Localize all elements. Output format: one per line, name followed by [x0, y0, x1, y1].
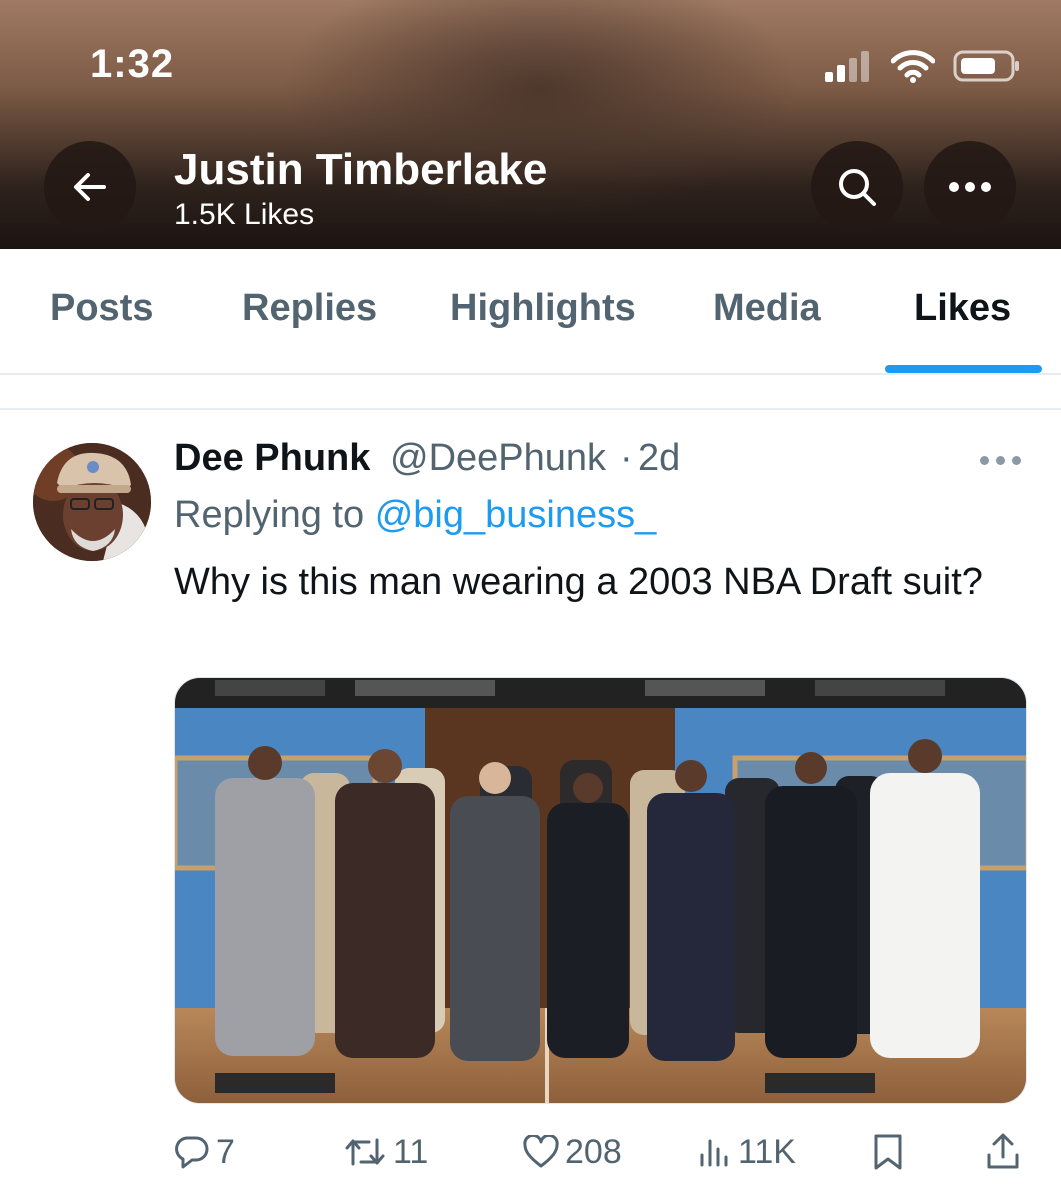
views-button[interactable]: 11K — [698, 1128, 796, 1176]
profile-header: 1:32 Justin Timberlake 1.5K Likes — [0, 0, 1061, 249]
heart-icon — [523, 1135, 559, 1168]
wifi-icon — [891, 50, 935, 83]
share-icon — [987, 1133, 1019, 1169]
repost-icon — [345, 1138, 385, 1166]
reply-button[interactable]: 7 — [174, 1128, 235, 1176]
profile-tabs: Posts Replies Highlights Media Likes — [0, 249, 1061, 375]
tweet-author-name[interactable]: Dee Phunk — [174, 437, 370, 480]
replying-to-mention[interactable]: @big_business_ — [375, 494, 657, 536]
draft-group-photo — [175, 678, 1026, 1103]
replying-to: Replying to @big_business_ — [174, 494, 656, 537]
tab-likes[interactable]: Likes — [914, 287, 1011, 330]
status-icons — [825, 48, 1021, 84]
tweet-more-button[interactable] — [980, 448, 1024, 472]
profile-likes-count: 1.5K Likes — [174, 198, 315, 231]
search-icon — [839, 169, 876, 206]
like-count: 208 — [565, 1132, 622, 1171]
more-options-button[interactable] — [924, 141, 1016, 233]
repost-button[interactable]: 11 — [343, 1128, 428, 1176]
tweet-timestamp[interactable]: 2d — [638, 437, 680, 480]
status-time: 1:32 — [90, 42, 175, 86]
more-dot-icon — [996, 455, 1005, 465]
arrow-left-icon — [74, 173, 106, 201]
active-tab-indicator — [885, 365, 1042, 373]
battery-icon — [953, 50, 1019, 82]
more-dot-icon — [1012, 455, 1021, 465]
bookmark-button[interactable] — [872, 1128, 904, 1176]
replying-to-label: Replying to — [174, 494, 365, 536]
cellular-signal-icon — [825, 51, 869, 82]
tab-highlights[interactable]: Highlights — [450, 287, 636, 330]
tweet-actions: 7 11 208 11K — [0, 1128, 1061, 1178]
bookmark-icon — [874, 1134, 902, 1170]
tab-posts[interactable]: Posts — [50, 287, 153, 330]
tweet-text: Why is this man wearing a 2003 NBA Draft… — [174, 561, 983, 603]
reply-icon — [175, 1136, 209, 1169]
tweet-author-handle[interactable]: @DeePhunk — [390, 437, 606, 480]
tweet-meta-separator: · — [620, 437, 633, 479]
like-button[interactable]: 208 — [523, 1128, 622, 1176]
avatar[interactable] — [33, 443, 151, 561]
reply-count: 7 — [216, 1132, 235, 1171]
divider — [0, 408, 1061, 410]
more-dot-icon — [980, 455, 989, 465]
tab-media[interactable]: Media — [713, 287, 821, 330]
share-button[interactable] — [985, 1128, 1021, 1176]
more-horizontal-icon — [949, 182, 991, 192]
back-button[interactable] — [44, 141, 136, 233]
profile-title: Justin Timberlake — [174, 145, 548, 194]
search-button[interactable] — [811, 141, 903, 233]
views-count: 11K — [738, 1132, 796, 1171]
repost-count: 11 — [393, 1132, 429, 1171]
tab-replies[interactable]: Replies — [242, 287, 377, 330]
analytics-icon — [700, 1139, 728, 1167]
tweet-media-image[interactable] — [174, 677, 1027, 1104]
avatar-image — [33, 443, 151, 561]
